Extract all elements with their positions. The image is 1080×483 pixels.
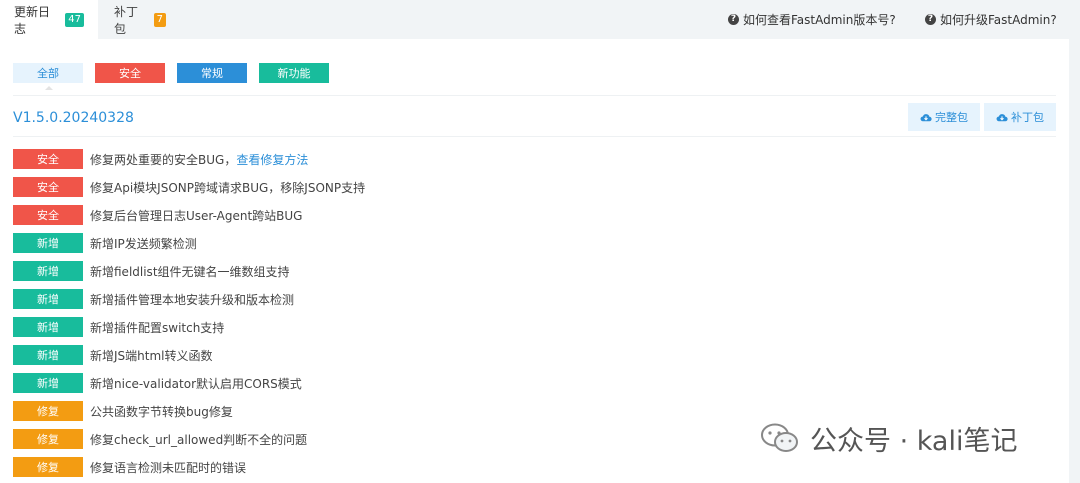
help-link-check-version-label: 如何查看FastAdmin版本号? xyxy=(743,13,896,27)
cloud-download-icon xyxy=(920,113,932,121)
list-item: 新增 新增JS端html转义函数 xyxy=(13,345,213,365)
question-circle-icon: ? xyxy=(728,14,739,25)
list-item: 新增 新增插件配置switch支持 xyxy=(13,317,224,337)
entry-text-main: 修复两处重要的安全BUG， xyxy=(90,152,237,167)
list-item: 安全 修复Api模块JSONP跨域请求BUG，移除JSONP支持 xyxy=(13,177,365,197)
version-title: V1.5.0.20240328 xyxy=(13,110,134,126)
list-item: 修复 公共函数字节转换bug修复 xyxy=(13,401,233,421)
security-tag: 安全 xyxy=(13,205,83,225)
wechat-icon xyxy=(761,423,798,452)
changelog-count-badge: 47 xyxy=(65,12,84,27)
fix-tag: 修复 xyxy=(13,401,83,421)
filter-new-feature-button[interactable]: 新功能 xyxy=(259,63,329,83)
tab-changelog[interactable]: 更新日志 47 xyxy=(0,0,98,39)
list-item: 安全 修复后台管理日志User-Agent跨站BUG xyxy=(13,205,303,225)
entry-text: 新增IP发送频繁检测 xyxy=(90,236,197,251)
new-tag: 新增 xyxy=(13,289,83,309)
divider xyxy=(13,136,1056,137)
watermark-text: 公众号 · kali笔记 xyxy=(810,425,1018,457)
list-item: 安全 修复两处重要的安全BUG，查看修复方法 xyxy=(13,149,308,169)
cloud-download-icon xyxy=(996,113,1008,121)
filter-bar: 全部 安全 常规 新功能 xyxy=(13,63,341,90)
fix-tag: 修复 xyxy=(13,457,83,477)
help-link-upgrade-label: 如何升级FastAdmin? xyxy=(940,13,1057,27)
new-tag: 新增 xyxy=(13,317,83,337)
download-full-package-label: 完整包 xyxy=(935,111,968,124)
fix-tag: 修复 xyxy=(13,429,83,449)
entry-text: 新增JS端html转义函数 xyxy=(90,348,213,363)
list-item: 新增 新增nice-validator默认启用CORS模式 xyxy=(13,373,302,393)
watermark: 公众号 · kali笔记 xyxy=(760,418,1017,458)
divider xyxy=(13,95,1056,96)
tab-patches[interactable]: 补丁包 7 xyxy=(100,0,180,39)
tab-bar: 更新日志 47 补丁包 7 ? 如何查看FastAdmin版本号? ? 如何升级… xyxy=(0,0,1080,39)
filter-all-button[interactable]: 全部 xyxy=(13,63,83,90)
entry-text: 修复Api模块JSONP跨域请求BUG，移除JSONP支持 xyxy=(90,180,366,195)
new-tag: 新增 xyxy=(13,261,83,281)
question-circle-icon: ? xyxy=(925,14,936,25)
tab-changelog-label: 更新日志 xyxy=(14,4,51,36)
list-item: 修复 修复语言检测未匹配时的错误 xyxy=(13,457,246,477)
download-full-package-button[interactable]: 完整包 xyxy=(908,103,980,131)
entry-text: 修复后台管理日志User-Agent跨站BUG xyxy=(90,208,303,223)
help-link-check-version[interactable]: ? 如何查看FastAdmin版本号? xyxy=(728,0,896,39)
new-tag: 新增 xyxy=(13,345,83,365)
list-item: 修复 修复check_url_allowed判断不全的问题 xyxy=(13,429,307,449)
entry-text: 修复语言检测未匹配时的错误 xyxy=(90,460,247,475)
entry-text: 公共函数字节转换bug修复 xyxy=(90,404,233,419)
entry-text: 新增nice-validator默认启用CORS模式 xyxy=(90,376,302,391)
entry-text: 新增fieldlist组件无键名一维数组支持 xyxy=(90,264,290,279)
entry-text: 新增插件管理本地安装升级和版本检测 xyxy=(90,292,295,307)
new-tag: 新增 xyxy=(13,233,83,253)
filter-security-button[interactable]: 安全 xyxy=(95,63,165,83)
list-item: 新增 新增fieldlist组件无键名一维数组支持 xyxy=(13,261,290,281)
security-tag: 安全 xyxy=(13,177,83,197)
download-patch-button[interactable]: 补丁包 xyxy=(984,103,1056,131)
entry-text: 修复check_url_allowed判断不全的问题 xyxy=(90,432,308,447)
changelog-panel: 全部 安全 常规 新功能 V1.5.0.20240328 完整包 补丁包 安全 … xyxy=(0,39,1069,483)
list-item: 新增 新增插件管理本地安装升级和版本检测 xyxy=(13,289,294,309)
new-tag: 新增 xyxy=(13,373,83,393)
help-link-upgrade[interactable]: ? 如何升级FastAdmin? xyxy=(925,0,1057,39)
list-item: 新增 新增IP发送频繁检测 xyxy=(13,233,197,253)
tab-patches-label: 补丁包 xyxy=(114,4,139,36)
view-fix-method-link[interactable]: 查看修复方法 xyxy=(236,153,308,167)
patches-count-badge: 7 xyxy=(153,12,166,27)
entry-text: 修复两处重要的安全BUG，查看修复方法 xyxy=(90,151,308,168)
filter-regular-button[interactable]: 常规 xyxy=(177,63,247,83)
security-tag: 安全 xyxy=(13,149,83,169)
entry-text: 新增插件配置switch支持 xyxy=(90,320,225,335)
download-patch-label: 补丁包 xyxy=(1011,111,1044,124)
